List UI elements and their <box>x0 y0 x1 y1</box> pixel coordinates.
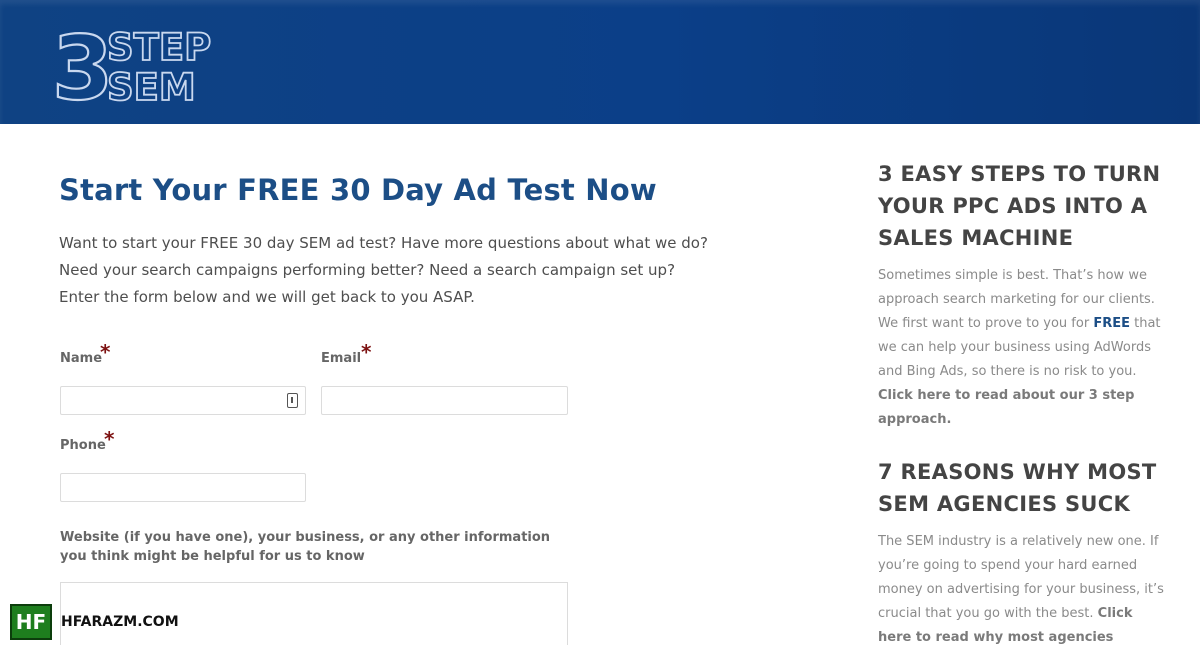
phone-label: Phone <box>60 438 106 453</box>
contact-card-icon <box>287 393 298 408</box>
site-header: 3 STEP SEM <box>0 0 1200 124</box>
watermark-text: HFARAZM.COM <box>61 614 179 630</box>
logo-word-sem: SEM <box>107 66 196 104</box>
site-logo[interactable]: 3 STEP SEM <box>52 26 227 104</box>
email-input[interactable] <box>321 386 568 415</box>
email-label: Email <box>321 351 362 366</box>
logo-word-step: STEP <box>107 26 211 69</box>
intro-text: Want to start your FREE 30 day SEM ad te… <box>59 234 708 306</box>
main-content: Start Your FREE 30 Day Ad Test Now Want … <box>59 170 759 311</box>
name-input[interactable] <box>60 386 306 415</box>
reasons-text: The SEM industry is a relatively new one… <box>878 534 1164 645</box>
watermark: HF HFARAZM.COM <box>10 604 179 640</box>
reasons-heading: 7 REASONS WHY MOST SEM AGENCIES SUCK <box>878 460 1157 516</box>
steps-read-more-link[interactable]: Click here to read about our 3 step appr… <box>878 388 1134 427</box>
website-label: Website (if you have one), your business… <box>60 530 551 564</box>
watermark-badge: HF <box>10 604 52 640</box>
steps-text: Sometimes simple is best. That’s how we … <box>878 268 1161 427</box>
page-title: Start Your FREE 30 Day Ad Test Now <box>59 173 657 207</box>
free-highlight: FREE <box>1093 316 1130 331</box>
phone-input[interactable] <box>60 473 306 502</box>
name-required-mark: * <box>100 340 111 364</box>
steps-heading: 3 EASY STEPS TO TURN YOUR PPC ADS INTO A… <box>878 162 1161 250</box>
name-label: Name <box>60 351 103 366</box>
logo-digit: 3 <box>52 26 113 104</box>
phone-required-mark: * <box>104 427 115 451</box>
email-required-mark: * <box>361 340 372 364</box>
sidebar: 3 EASY STEPS TO TURN YOUR PPC ADS INTO A… <box>878 158 1168 645</box>
